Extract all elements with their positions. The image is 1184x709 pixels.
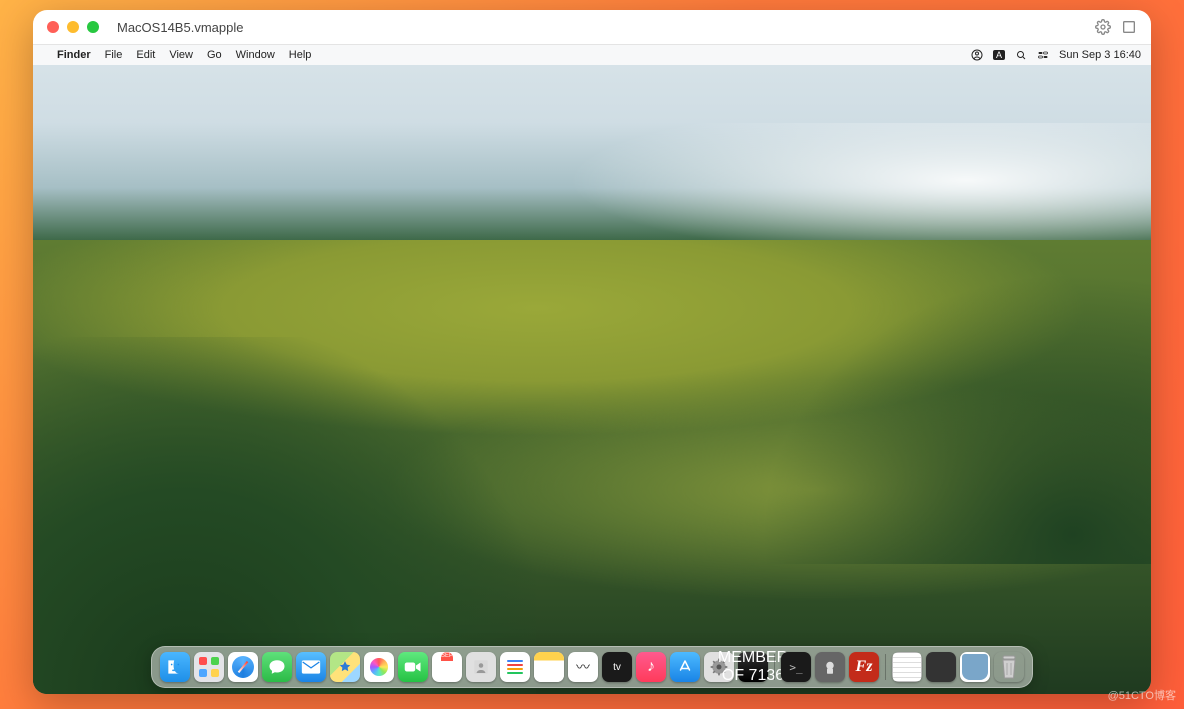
macos-menubar: Finder File Edit View Go Window Help A S… [33,45,1151,65]
menu-edit[interactable]: Edit [136,49,155,61]
dock-download[interactable] [960,652,990,682]
dock-mail[interactable] [296,652,326,682]
dock-launchpad[interactable] [194,652,224,682]
menu-go[interactable]: Go [207,49,222,61]
gear-icon[interactable] [1095,19,1111,35]
dock-finder[interactable] [160,652,190,682]
menu-file[interactable]: File [105,49,123,61]
guest-desktop[interactable]: Finder File Edit View Go Window Help A S… [33,45,1151,694]
dock-notes[interactable] [534,652,564,682]
minimize-button[interactable] [67,21,79,33]
dock-tv[interactable]: tv [602,652,632,682]
maximize-icon[interactable] [1121,19,1137,35]
dock-maps[interactable] [330,652,360,682]
dock-appstore[interactable] [670,652,700,682]
dock-reminders[interactable] [500,652,530,682]
dock-doc[interactable] [892,652,922,682]
dock-facetime[interactable] [398,652,428,682]
dock-calendar[interactable]: SEP3 [432,652,462,682]
dock-separator [774,654,775,680]
menubar-datetime[interactable]: Sun Sep 3 16:40 [1059,49,1141,61]
vm-window: MacOS14B5.vmapple Finder File Edit View … [33,10,1151,694]
titlebar: MacOS14B5.vmapple [33,10,1151,45]
watermark: @51CTO博客 [1108,687,1176,703]
dock-safari[interactable] [228,652,258,682]
dock-contacts[interactable] [466,652,496,682]
zoom-button[interactable] [87,21,99,33]
dock: SEP3 〰︎tv♪ MEMBEROF 7136 >_ Fz [151,646,1033,688]
dock-automator[interactable] [815,652,845,682]
menu-help[interactable]: Help [289,49,312,61]
dock-desk-row[interactable] [926,652,956,682]
dock-terminal[interactable]: >_ [781,652,811,682]
spotlight-icon[interactable] [1015,49,1027,61]
dock-separator [885,654,886,680]
dock-promo[interactable]: MEMBEROF 7136 [738,652,768,682]
window-title: MacOS14B5.vmapple [117,20,1087,35]
dock-music[interactable]: ♪ [636,652,666,682]
close-button[interactable] [47,21,59,33]
dock-messages[interactable] [262,652,292,682]
control-center-icon[interactable] [1037,49,1049,61]
dock-photos[interactable] [364,652,394,682]
dock-freeform[interactable]: 〰︎ [568,652,598,682]
menubar-app-name[interactable]: Finder [57,49,91,61]
menu-view[interactable]: View [169,49,193,61]
user-icon[interactable] [971,49,983,61]
dock-trash[interactable] [994,652,1024,682]
dock-filezilla[interactable]: Fz [849,652,879,682]
traffic-lights [47,21,99,33]
input-source[interactable]: A [993,50,1005,60]
menu-window[interactable]: Window [236,49,275,61]
